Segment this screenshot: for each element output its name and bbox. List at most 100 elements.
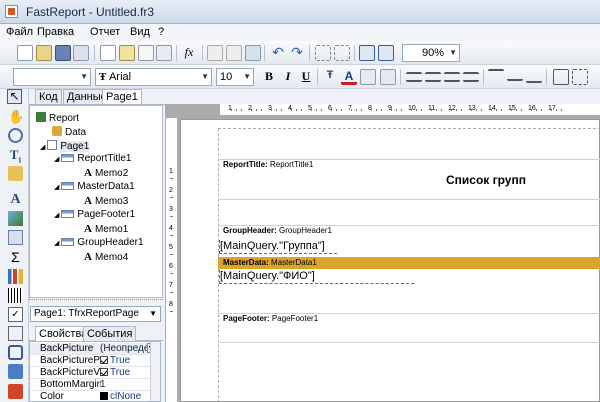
underline-icon[interactable]: U bbox=[298, 69, 314, 85]
tree-node-masterdata1[interactable]: ◢ MasterData1 bbox=[54, 181, 135, 192]
menu-view[interactable]: Вид bbox=[130, 26, 150, 38]
tree-node-groupheader1[interactable]: ◢ GroupHeader1 bbox=[54, 237, 144, 248]
tree-node-reporttitle1[interactable]: ◢ ReportTitle1 bbox=[54, 153, 132, 164]
ole-object-icon[interactable] bbox=[8, 364, 23, 379]
tree-node-pagefooter1[interactable]: ◢ PageFooter1 bbox=[54, 209, 135, 220]
tree-node-report[interactable]: Report bbox=[36, 111, 79, 124]
report-title-memo[interactable]: Список групп bbox=[446, 173, 526, 187]
redo-icon[interactable]: ↷ bbox=[289, 45, 305, 61]
undo-icon[interactable]: ↶ bbox=[270, 45, 286, 61]
frame-icon[interactable] bbox=[553, 69, 569, 85]
show-grid-icon[interactable] bbox=[359, 45, 375, 61]
font-color-icon[interactable]: A bbox=[341, 69, 357, 85]
font-size-combo[interactable]: 10 ▼ bbox=[216, 68, 254, 86]
open-icon[interactable] bbox=[36, 45, 52, 61]
checkbox-icon[interactable] bbox=[100, 368, 108, 376]
property-row[interactable]: BackPicture(Неопределен)••• bbox=[30, 343, 160, 355]
copy-icon[interactable] bbox=[226, 45, 242, 61]
tab-code[interactable]: Код bbox=[35, 89, 62, 104]
chart-object-icon[interactable] bbox=[8, 269, 23, 284]
menu-edit[interactable]: Правка bbox=[37, 26, 74, 38]
tree-node-page1[interactable]: ◢ Page1 bbox=[40, 139, 90, 152]
picture-object-icon[interactable] bbox=[8, 211, 23, 226]
variables-icon[interactable]: fx bbox=[181, 45, 197, 61]
tab-page1[interactable]: Page1 bbox=[102, 89, 142, 104]
collapse-icon[interactable]: ◢ bbox=[54, 184, 59, 191]
tree-node-label: ReportTitle1 bbox=[77, 153, 132, 164]
tree-node-memo2[interactable]: A Memo2 bbox=[84, 167, 128, 179]
master-data-band[interactable]: MasterData: MasterData1 [MainQuery."ФИО"… bbox=[218, 257, 600, 287]
align-justify-icon[interactable] bbox=[463, 72, 479, 82]
menu-report[interactable]: Отчет bbox=[90, 26, 120, 38]
report-title-band[interactable]: ReportTitle: ReportTitle1 Список групп bbox=[218, 159, 600, 200]
system-text-icon[interactable]: Σ bbox=[8, 249, 23, 265]
master-data-memo[interactable]: [MainQuery."ФИО"] bbox=[219, 270, 414, 284]
select-tool-icon[interactable]: ↖ bbox=[7, 89, 22, 104]
zoom-combo[interactable]: 90% ▼ bbox=[402, 44, 460, 62]
group-icon[interactable] bbox=[315, 45, 331, 61]
italic-icon[interactable]: I bbox=[280, 69, 296, 85]
tree-node-data[interactable]: Data bbox=[52, 125, 86, 138]
property-row[interactable]: BottomMargin 1 bbox=[30, 379, 160, 391]
menu-help[interactable]: ? bbox=[158, 26, 164, 38]
bold-icon[interactable]: B bbox=[261, 69, 277, 85]
new-icon[interactable] bbox=[17, 45, 33, 61]
more-objects-icon[interactable] bbox=[8, 384, 23, 399]
object-selector-combo[interactable]: Page1: TfrxReportPage ▼ bbox=[30, 306, 161, 322]
style-combo[interactable]: ▼ bbox=[13, 68, 91, 86]
frame-lines-icon[interactable] bbox=[572, 69, 588, 85]
save-icon[interactable] bbox=[55, 45, 71, 61]
page-settings-icon[interactable] bbox=[156, 45, 172, 61]
property-row[interactable]: Color clNone bbox=[30, 391, 160, 402]
new-page-icon[interactable] bbox=[100, 45, 116, 61]
vertical-scrollbar[interactable] bbox=[150, 342, 160, 401]
align-middle-icon[interactable] bbox=[507, 69, 523, 81]
font-settings-icon[interactable]: Ŧ bbox=[322, 69, 338, 85]
ungroup-icon[interactable] bbox=[334, 45, 350, 61]
paste-icon[interactable] bbox=[245, 45, 261, 61]
group-header-memo[interactable]: [MainQuery."Группа"] bbox=[219, 240, 337, 254]
hand-tool-icon[interactable]: ✋ bbox=[8, 109, 24, 124]
richtext-object-icon[interactable] bbox=[8, 326, 23, 341]
menu-file[interactable]: Файл bbox=[6, 26, 33, 38]
zoom-tool-icon[interactable] bbox=[8, 128, 23, 143]
checkbox-object-icon[interactable]: ✓ bbox=[8, 307, 23, 322]
splitter[interactable] bbox=[29, 299, 163, 302]
delete-page-icon[interactable] bbox=[138, 45, 154, 61]
tree-node-memo1[interactable]: A Memo1 bbox=[84, 223, 128, 235]
highlight-icon[interactable] bbox=[360, 69, 376, 85]
rotation-icon[interactable] bbox=[380, 69, 396, 85]
tree-node-memo4[interactable]: A Memo4 bbox=[84, 251, 128, 263]
tree-node-memo3[interactable]: A Memo3 bbox=[84, 195, 128, 207]
collapse-icon[interactable]: ◢ bbox=[54, 240, 59, 247]
checkbox-icon[interactable] bbox=[100, 356, 108, 364]
align-top-icon[interactable] bbox=[488, 69, 504, 81]
shape-object-icon[interactable] bbox=[8, 345, 23, 360]
property-value[interactable]: (Неопределен) bbox=[100, 343, 148, 354]
new-dialog-icon[interactable] bbox=[119, 45, 135, 61]
property-row[interactable]: BackPictureVis True bbox=[30, 367, 160, 379]
collapse-icon[interactable]: ◢ bbox=[54, 212, 59, 219]
cut-icon[interactable] bbox=[207, 45, 223, 61]
group-header-band[interactable]: GroupHeader: GroupHeader1 [MainQuery."Гр… bbox=[218, 225, 600, 257]
align-center-icon[interactable] bbox=[425, 72, 441, 82]
align-bottom-icon[interactable] bbox=[526, 69, 542, 83]
collapse-icon[interactable]: ◢ bbox=[54, 156, 59, 163]
tab-events[interactable]: События bbox=[83, 326, 137, 341]
collapse-icon[interactable]: ◢ bbox=[40, 144, 45, 151]
format-painter-icon[interactable] bbox=[8, 166, 23, 181]
tree-node-label: Memo2 bbox=[94, 168, 129, 179]
barcode-object-icon[interactable] bbox=[8, 288, 23, 303]
page-footer-band[interactable]: PageFooter: PageFooter1 bbox=[218, 313, 600, 343]
align-right-icon[interactable] bbox=[444, 72, 460, 82]
ruler-tick bbox=[551, 109, 552, 111]
subreport-object-icon[interactable] bbox=[8, 230, 23, 245]
preview-icon[interactable] bbox=[73, 45, 89, 61]
align-to-grid-icon[interactable] bbox=[378, 45, 394, 61]
align-left-icon[interactable] bbox=[406, 72, 422, 82]
text-tool-icon[interactable]: TI bbox=[8, 147, 23, 165]
font-name-combo[interactable]: Ŧ Arial ▼ bbox=[95, 68, 212, 86]
format-toolbar: ▼ Ŧ Arial ▼ 10 ▼ B I U Ŧ A bbox=[0, 65, 600, 89]
text-object-icon[interactable]: A bbox=[8, 192, 23, 207]
property-row[interactable]: BackPicturePri True bbox=[30, 355, 160, 367]
